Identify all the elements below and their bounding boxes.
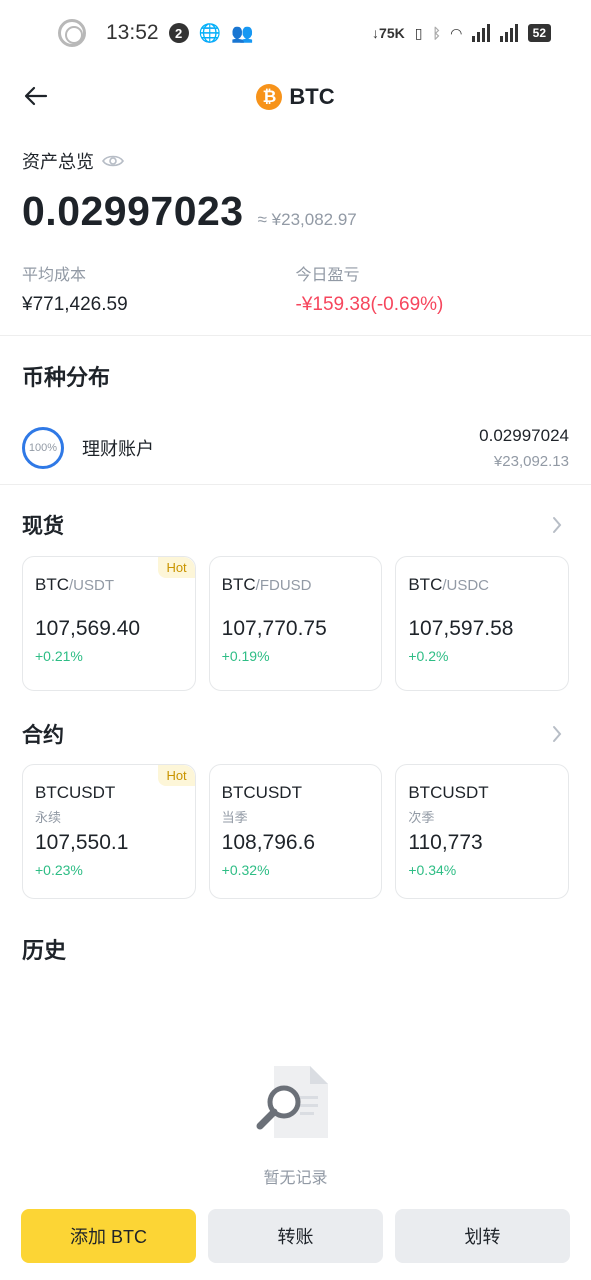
- contract-type: 永续: [35, 810, 62, 825]
- overview-label: 资产总览: [22, 152, 94, 172]
- futures-cards: Hot BTCUSDT 永续 107,550.1 +0.23% BTCUSDT …: [22, 764, 570, 899]
- today-pnl-label: 今日盈亏: [295, 267, 360, 284]
- spot-cards: Hot BTC/USDT 107,569.40 +0.21% BTC/FDUSD…: [22, 556, 570, 691]
- today-pnl-value: -¥159.38(-0.69%): [295, 294, 444, 315]
- pair-price: 107,597.58: [408, 617, 514, 640]
- futures-more-button[interactable]: [545, 722, 569, 746]
- pair-quote: /FDUSD: [255, 577, 312, 594]
- hot-badge: Hot: [158, 557, 195, 578]
- circle-icon: [58, 19, 86, 47]
- pair-base: BTC: [408, 575, 443, 594]
- pair-change: +0.19%: [221, 648, 270, 664]
- contract-price: 110,773: [408, 831, 483, 854]
- spot-card[interactable]: BTC/FDUSD 107,770.75 +0.19%: [208, 556, 383, 691]
- divider: [0, 484, 591, 485]
- contract-symbol: BTCUSDT: [221, 783, 302, 802]
- spot-section-header: 现货: [22, 510, 569, 540]
- contract-type: 次季: [408, 810, 435, 825]
- signal-icon-2: [499, 24, 518, 42]
- arrow-left-icon: [24, 86, 48, 106]
- today-pnl: 今日盈亏 -¥159.38(-0.69%): [296, 261, 570, 316]
- chevron-right-icon: [553, 517, 562, 533]
- signal-icon: [471, 24, 490, 42]
- pair-base: BTC: [35, 575, 69, 594]
- internal-transfer-button[interactable]: 划转: [395, 1209, 570, 1263]
- empty-records-icon: [256, 1066, 328, 1138]
- page-header: ₿ BTC: [0, 66, 591, 128]
- eye-icon[interactable]: [102, 154, 124, 168]
- chevron-right-icon: [553, 726, 562, 742]
- hot-badge: Hot: [158, 765, 195, 786]
- status-bar: 13:52 2 🌐 👥 ↓75K ▯ ᛒ ◠ 52: [0, 0, 591, 66]
- history-title: 历史: [22, 938, 67, 963]
- percent-ring: 100%: [22, 427, 64, 469]
- pair-quote: /USDC: [442, 577, 490, 594]
- vibrate-icon: ▯: [414, 24, 423, 41]
- bluetooth-icon: ᛒ: [432, 25, 441, 41]
- pair-base: BTC: [221, 575, 256, 594]
- avg-cost-value: ¥771,426.59: [22, 294, 128, 315]
- avg-cost: 平均成本 ¥771,426.59: [22, 261, 296, 316]
- pair-quote: /USDT: [69, 577, 114, 594]
- page-title: BTC: [289, 84, 335, 109]
- wifi-icon: ◠: [450, 24, 462, 41]
- futures-section-header: 合约: [22, 719, 569, 749]
- btc-logo-icon: ₿: [256, 84, 283, 110]
- account-name: 理财账户: [82, 439, 154, 459]
- avg-cost-label: 平均成本: [22, 267, 87, 284]
- pair-price: 107,569.40: [35, 617, 141, 640]
- account-amount: 0.02997024: [479, 426, 569, 445]
- globe-icon: 🌐: [198, 22, 221, 43]
- distribution-title: 币种分布: [22, 365, 111, 390]
- total-amount: 0.02997023: [22, 188, 244, 234]
- contract-price: 108,796.6: [221, 831, 316, 854]
- spot-card[interactable]: BTC/USDC 107,597.58 +0.2%: [395, 556, 570, 691]
- notification-count-badge: 2: [168, 23, 189, 43]
- distribution-item[interactable]: 100% 理财账户 0.02997024 ¥23,092.13: [22, 422, 569, 474]
- asset-overview: 资产总览 0.02997023 ≈ ¥23,082.97 平均成本 ¥771,4…: [22, 148, 569, 316]
- spot-more-button[interactable]: [545, 513, 569, 537]
- contract-change: +0.34%: [408, 862, 457, 878]
- contract-change: +0.32%: [221, 862, 270, 878]
- empty-records-text: 暂无记录: [263, 1170, 328, 1187]
- account-fiat-value: ¥23,092.13: [493, 453, 569, 470]
- contract-symbol: BTCUSDT: [408, 783, 489, 802]
- approx-fiat-value: ≈ ¥23,082.97: [257, 210, 357, 229]
- contract-change: +0.23%: [35, 862, 83, 878]
- futures-card[interactable]: Hot BTCUSDT 永续 107,550.1 +0.23%: [22, 764, 196, 899]
- divider: [0, 335, 591, 336]
- status-time: 13:52: [106, 21, 159, 44]
- futures-title: 合约: [22, 724, 64, 747]
- download-speed: ↓75K: [372, 25, 405, 41]
- futures-card[interactable]: BTCUSDT 当季 108,796.6 +0.32%: [208, 764, 383, 899]
- contract-price: 107,550.1: [35, 831, 129, 854]
- pair-price: 107,770.75: [221, 617, 327, 640]
- bottom-action-bar: 添加 BTC 转账 划转: [21, 1209, 570, 1263]
- transfer-button[interactable]: 转账: [208, 1209, 383, 1263]
- battery-indicator: 52: [527, 24, 551, 42]
- pair-change: +0.2%: [408, 648, 449, 664]
- contacts-icon: 👥: [230, 22, 254, 43]
- spot-card[interactable]: Hot BTC/USDT 107,569.40 +0.21%: [22, 556, 196, 691]
- spot-title: 现货: [22, 515, 64, 538]
- contract-symbol: BTCUSDT: [35, 783, 116, 802]
- pair-change: +0.21%: [35, 648, 83, 664]
- add-btc-button[interactable]: 添加 BTC: [21, 1209, 196, 1263]
- back-button[interactable]: [18, 78, 54, 114]
- futures-card[interactable]: BTCUSDT 次季 110,773 +0.34%: [395, 764, 570, 899]
- contract-type: 当季: [221, 810, 248, 825]
